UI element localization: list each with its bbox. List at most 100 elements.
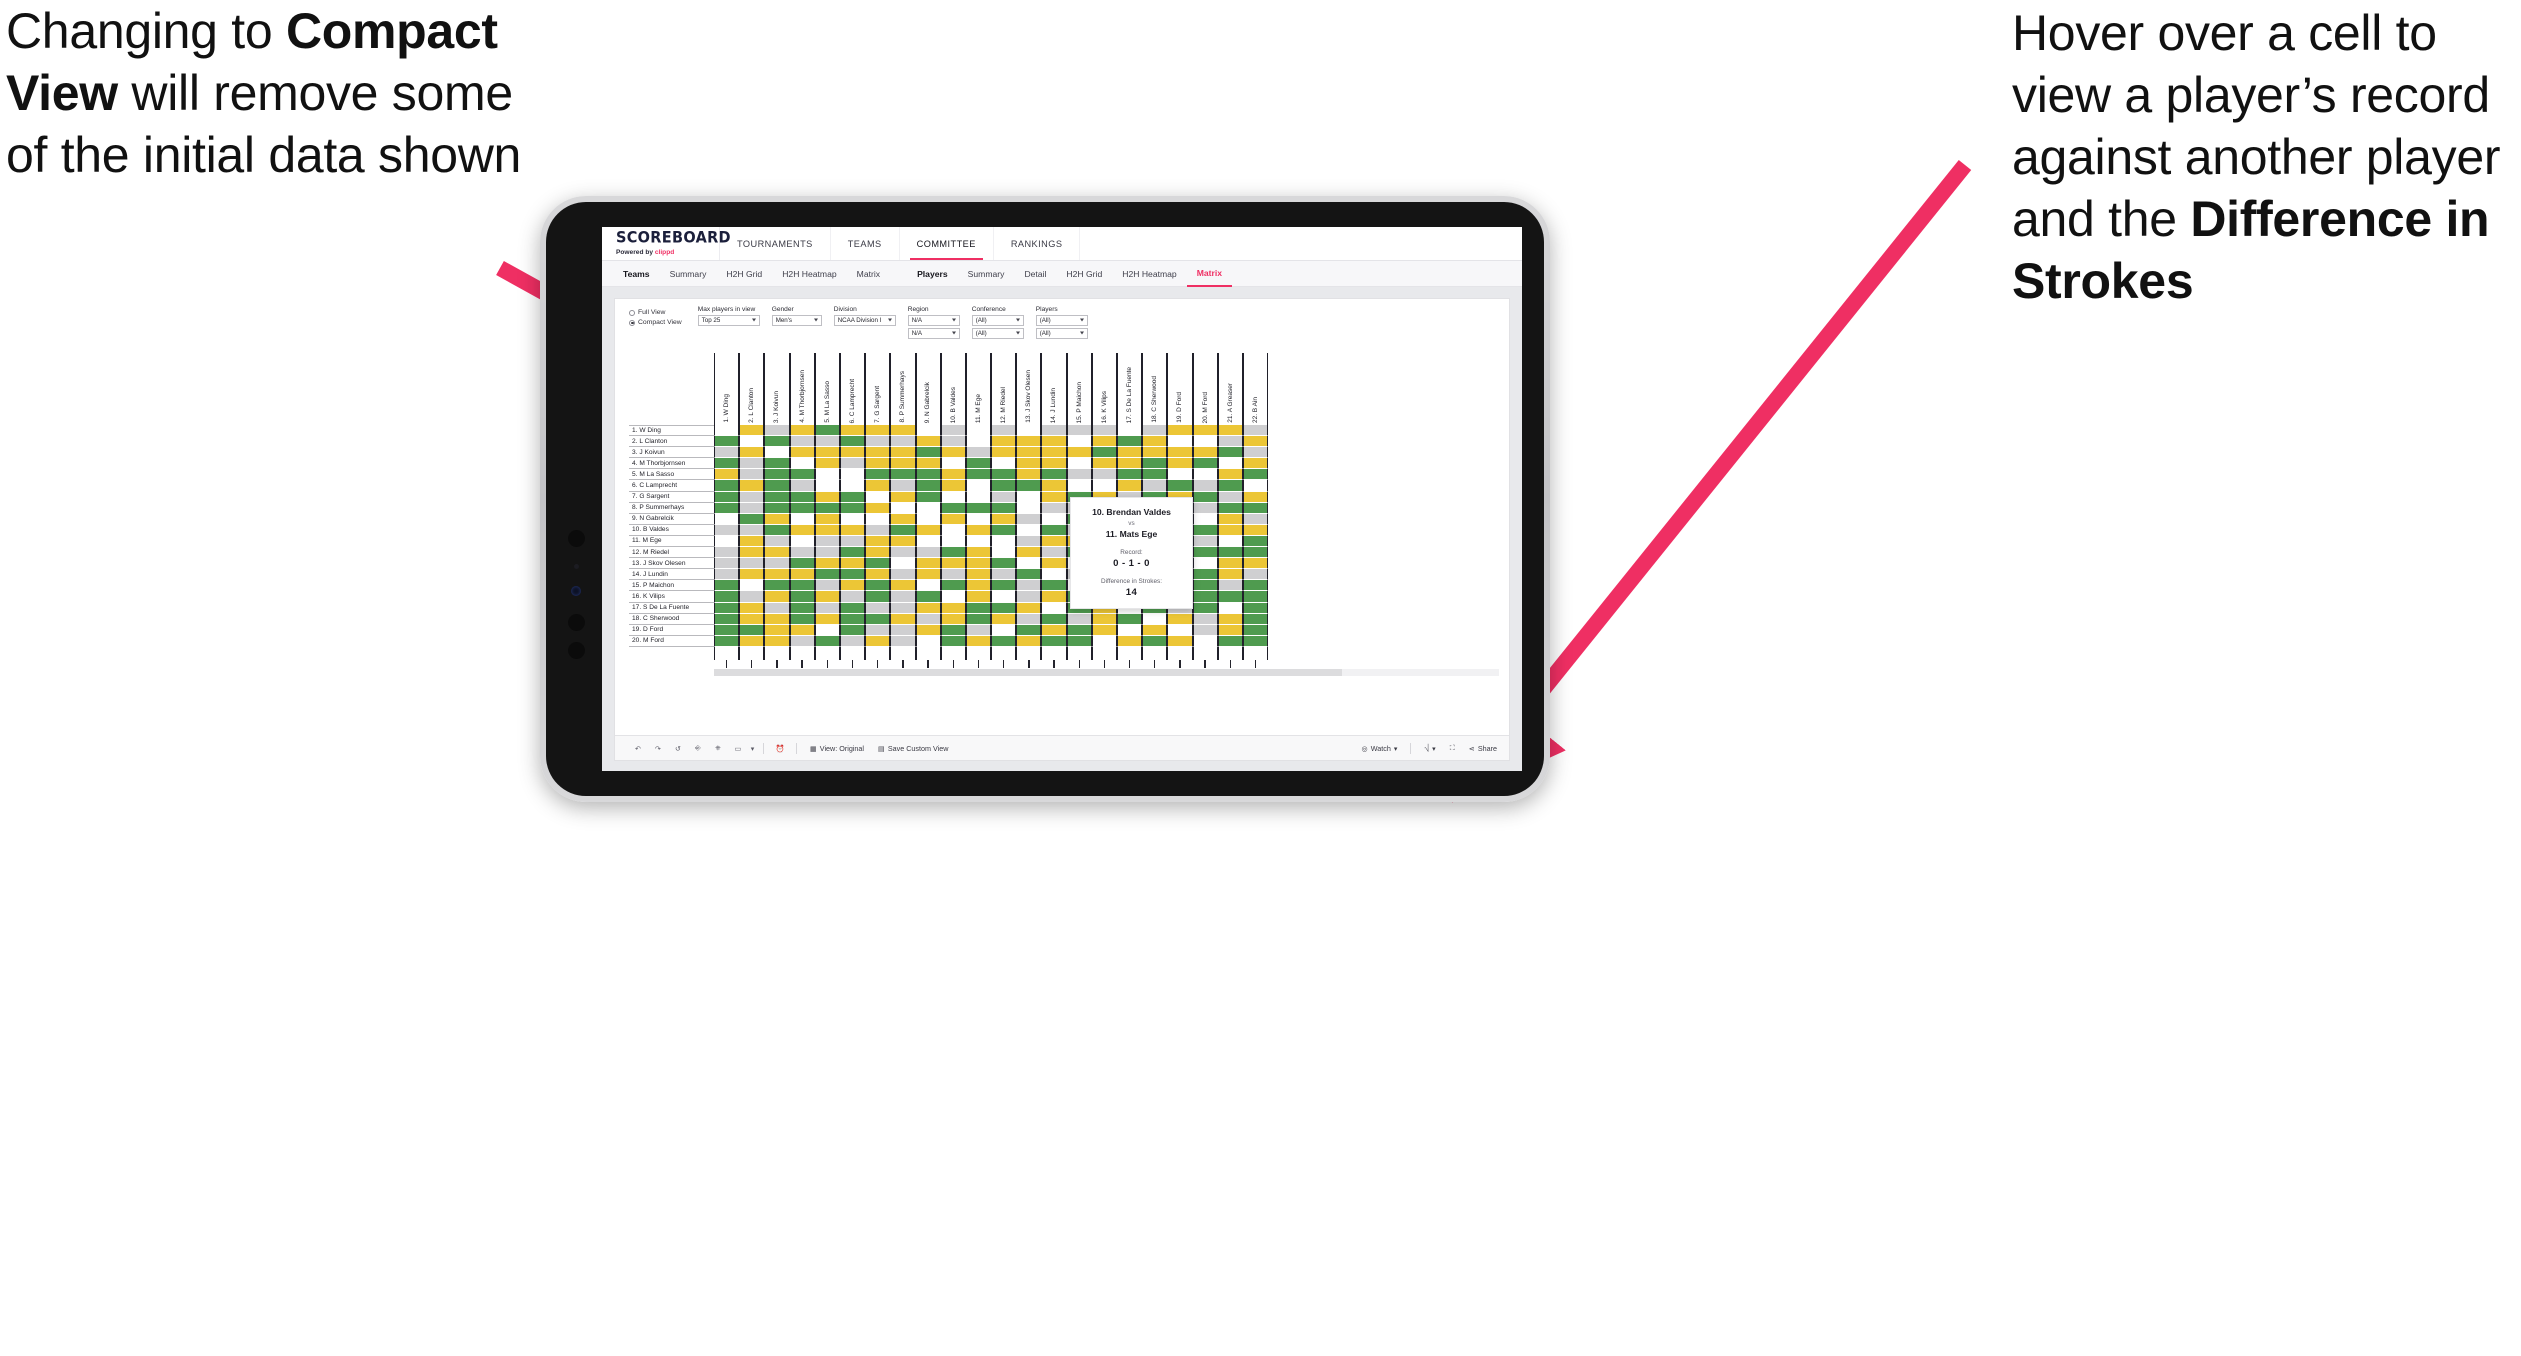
matrix-cell[interactable]	[991, 602, 1017, 614]
matrix-cell[interactable]	[965, 513, 992, 525]
matrix-cell[interactable]	[865, 602, 891, 614]
matrix-cell[interactable]	[1217, 580, 1243, 592]
matrix-cell[interactable]	[1217, 535, 1243, 548]
matrix-cell[interactable]	[1041, 502, 1067, 514]
matrix-row-label[interactable]: 17. S De La Fuente	[629, 603, 714, 614]
matrix-cell[interactable]	[991, 591, 1017, 603]
matrix-cell[interactable]	[814, 425, 840, 437]
matrix-cell[interactable]	[739, 502, 765, 514]
matrix-cell[interactable]	[991, 491, 1017, 503]
matrix-cell[interactable]	[739, 480, 765, 492]
chevron-down-icon[interactable]	[1079, 318, 1084, 322]
matrix-cell[interactable]	[865, 624, 891, 636]
matrix-cell[interactable]	[739, 458, 765, 470]
matrix-cell[interactable]	[764, 591, 790, 603]
matrix-cell[interactable]	[714, 524, 740, 536]
matrix-cell[interactable]	[1217, 491, 1243, 503]
matrix-cell[interactable]	[991, 513, 1017, 525]
matrix-cell[interactable]	[940, 480, 966, 492]
matrix-row-label[interactable]: 5. M La Sasso	[629, 469, 714, 481]
matrix-cell[interactable]	[940, 513, 966, 525]
matrix-cell[interactable]	[1091, 447, 1117, 459]
matrix-cell[interactable]	[865, 480, 891, 492]
matrix-cell[interactable]	[814, 513, 840, 525]
matrix-cell[interactable]	[764, 502, 790, 514]
matrix-cell[interactable]	[1192, 558, 1218, 570]
filter-select-conference-2[interactable]: (All)	[971, 328, 1024, 339]
matrix-cell[interactable]	[965, 547, 992, 559]
radio-full-view[interactable]: Full View	[629, 309, 682, 316]
matrix-cell[interactable]	[839, 591, 866, 603]
matrix-cell[interactable]	[814, 624, 840, 636]
share-button[interactable]: ⋖ Share	[1462, 744, 1509, 753]
matrix-cell[interactable]	[1217, 447, 1243, 459]
revert-icon[interactable]: ↺	[668, 744, 688, 753]
matrix-cell[interactable]	[915, 502, 941, 514]
matrix-cell[interactable]	[965, 535, 992, 548]
matrix-cell[interactable]	[1066, 436, 1092, 448]
matrix-cell[interactable]	[965, 502, 992, 514]
matrix-cell[interactable]	[1192, 569, 1218, 581]
matrix-cell[interactable]	[890, 580, 916, 592]
matrix-cell[interactable]	[739, 569, 765, 581]
matrix-cell[interactable]	[915, 447, 941, 459]
matrix-cell[interactable]	[764, 602, 790, 614]
matrix-row-label[interactable]: 7. G Sargent	[629, 492, 714, 503]
matrix-cell[interactable]	[991, 535, 1017, 548]
matrix-cell[interactable]	[714, 447, 740, 459]
matrix-cell[interactable]	[789, 635, 815, 647]
filter-select-players-2[interactable]: (All)	[1035, 328, 1088, 339]
matrix-cell[interactable]	[1091, 425, 1117, 437]
matrix-cell[interactable]	[839, 580, 866, 592]
matrix-cell[interactable]	[865, 513, 891, 525]
matrix-cell[interactable]	[789, 436, 815, 448]
matrix-column-header[interactable]: 11. M Ege	[965, 353, 992, 425]
matrix-cell[interactable]	[764, 569, 790, 581]
matrix-cell[interactable]	[940, 535, 966, 548]
matrix-cell[interactable]	[1016, 535, 1042, 548]
matrix-cell[interactable]	[940, 502, 966, 514]
matrix-row-label[interactable]: 2. L Clanton	[629, 436, 714, 448]
matrix-cell[interactable]	[1142, 469, 1168, 481]
matrix-cell[interactable]	[789, 624, 815, 636]
matrix-cell[interactable]	[915, 524, 941, 536]
matrix-cell[interactable]	[1066, 635, 1092, 647]
filter-select-region[interactable]: N/A	[907, 315, 960, 326]
matrix-cell[interactable]	[890, 458, 916, 470]
matrix-cell[interactable]	[915, 458, 941, 470]
matrix-cell[interactable]	[965, 447, 992, 459]
subtab-players-h2h-heatmap[interactable]: H2H Heatmap	[1112, 261, 1186, 287]
matrix-cell[interactable]	[1041, 425, 1067, 437]
matrix-cell[interactable]	[1041, 635, 1067, 647]
matrix-cell[interactable]	[739, 624, 765, 636]
matrix-cell[interactable]	[915, 491, 941, 503]
matrix-cell[interactable]	[865, 458, 891, 470]
matrix-row-label[interactable]: 18. C Sherwood	[629, 614, 714, 625]
subtab-teams-summary[interactable]: Summary	[660, 261, 717, 287]
matrix-cell[interactable]	[839, 613, 866, 625]
matrix-cell[interactable]	[814, 547, 840, 559]
matrix-cell[interactable]	[1016, 458, 1042, 470]
matrix-column-header[interactable]: 21. A Greaser	[1217, 353, 1243, 425]
matrix-cell[interactable]	[764, 513, 790, 525]
matrix-cell[interactable]	[1091, 469, 1117, 481]
matrix-cell[interactable]	[1117, 436, 1143, 448]
matrix-cell[interactable]	[739, 547, 765, 559]
matrix-cell[interactable]	[865, 569, 891, 581]
subtab-teams-h2h-grid[interactable]: H2H Grid	[716, 261, 772, 287]
matrix-cell[interactable]	[1242, 635, 1269, 647]
matrix-cell[interactable]	[1117, 613, 1143, 625]
matrix-column-header[interactable]: 17. S De La Fuente	[1117, 353, 1143, 425]
matrix-cell[interactable]	[865, 524, 891, 536]
matrix-cell[interactable]	[940, 447, 966, 459]
view-mode-radio-group[interactable]: Full View Compact View	[629, 306, 682, 329]
matrix-cell[interactable]	[789, 547, 815, 559]
matrix-cell[interactable]	[839, 558, 866, 570]
matrix-cell[interactable]	[814, 591, 840, 603]
matrix-cell[interactable]	[1041, 458, 1067, 470]
matrix-cell[interactable]	[991, 569, 1017, 581]
matrix-cell[interactable]	[714, 591, 740, 603]
matrix-cell[interactable]	[789, 535, 815, 548]
matrix-cell[interactable]	[764, 447, 790, 459]
matrix-cell[interactable]	[1016, 502, 1042, 514]
